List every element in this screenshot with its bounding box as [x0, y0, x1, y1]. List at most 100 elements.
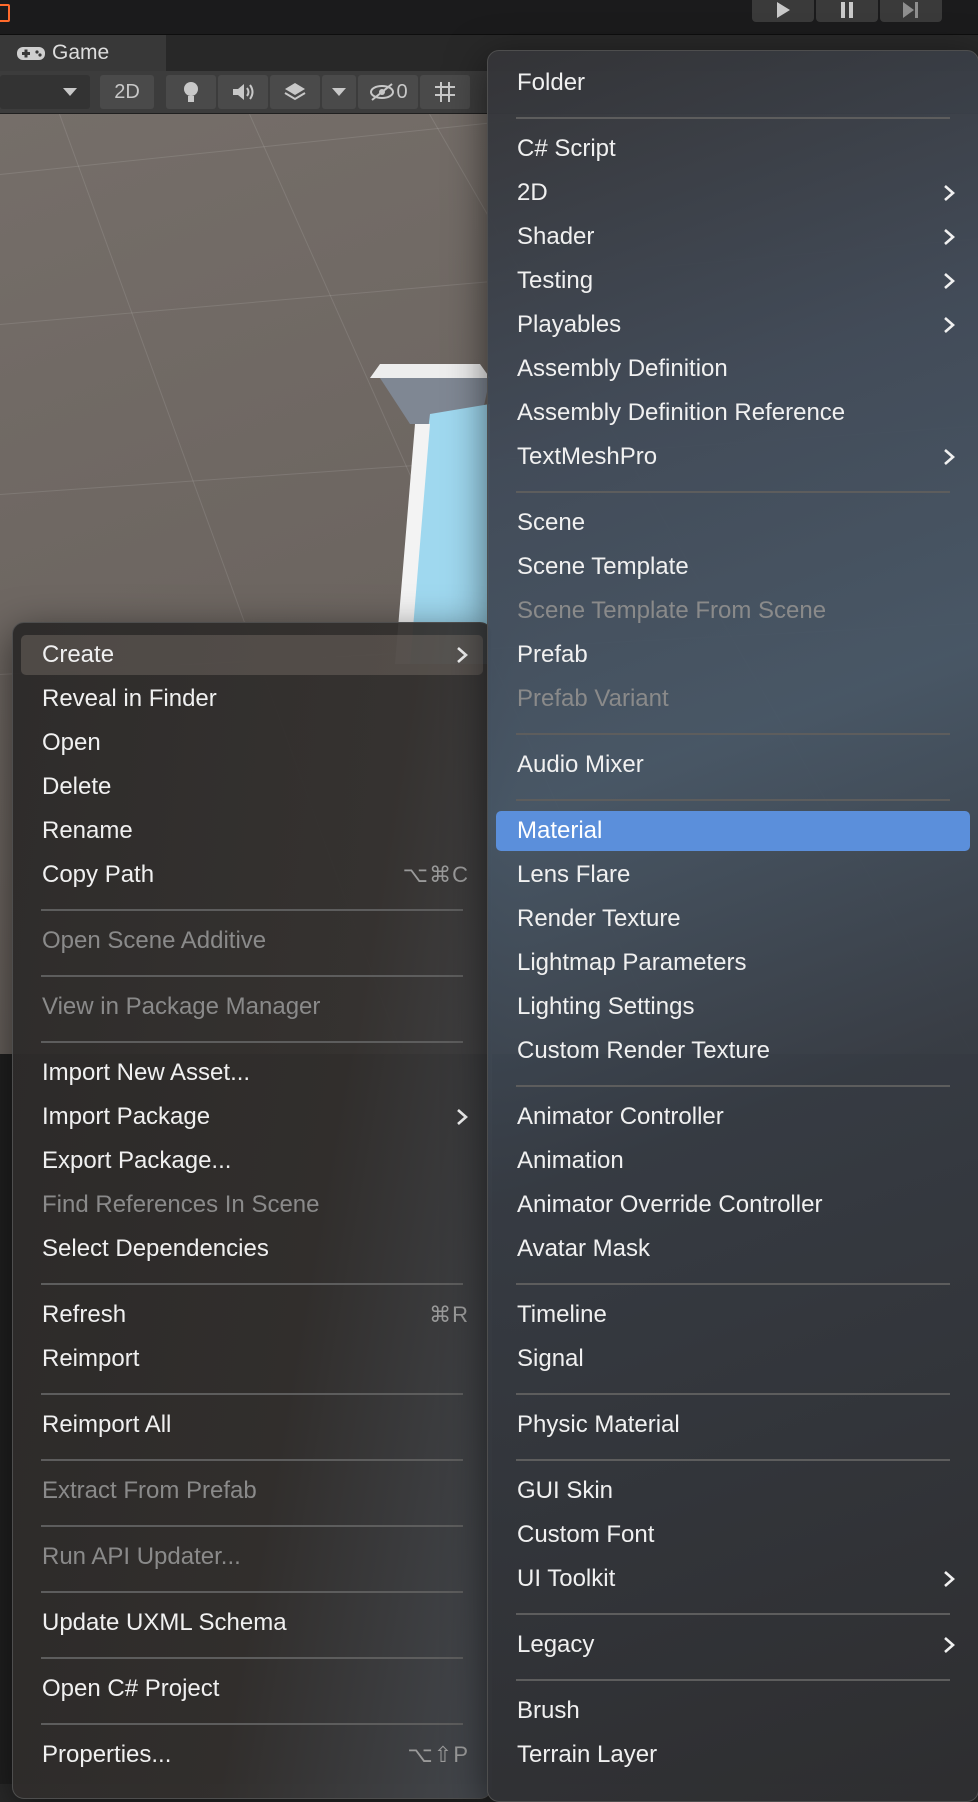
menu-item-label: Lens Flare [517, 861, 631, 888]
menu-item-create[interactable]: Create [21, 635, 483, 675]
hidden-count: 0 [396, 80, 408, 103]
menu-item-select-dependencies[interactable]: Select Dependencies [21, 1229, 483, 1269]
effects-toggle[interactable] [270, 75, 320, 109]
menu-item-legacy[interactable]: Legacy [496, 1625, 970, 1665]
menu-item-label: Refresh [42, 1301, 127, 1328]
menu-separator [516, 733, 950, 735]
draw-mode-dropdown[interactable] [0, 75, 90, 109]
menu-item-avatar-mask[interactable]: Avatar Mask [496, 1229, 970, 1269]
menu-item-ui-toolkit[interactable]: UI Toolkit [496, 1559, 970, 1599]
menu-item-animator-override-controller[interactable]: Animator Override Controller [496, 1185, 970, 1225]
menu-item-open[interactable]: Open [21, 723, 483, 763]
menu-item-label: Find References In Scene [42, 1191, 320, 1218]
menu-separator [41, 1393, 463, 1395]
menu-item-shader[interactable]: Shader [496, 217, 970, 257]
menu-item-label: Scene Template [517, 553, 689, 580]
menu-item-rename[interactable]: Rename [21, 811, 483, 851]
shortcut-label: ⌥⌘C [402, 862, 469, 887]
menu-item-reveal-in-finder[interactable]: Reveal in Finder [21, 679, 483, 719]
menu-item-prefab[interactable]: Prefab [496, 635, 970, 675]
toggle-2d-button[interactable]: 2D [100, 75, 154, 109]
menu-item-label: C# Script [517, 135, 616, 162]
menu-item-label: Export Package... [42, 1147, 232, 1174]
menu-item-import-package[interactable]: Import Package [21, 1097, 483, 1137]
tab-game[interactable]: Game [0, 35, 166, 71]
chevron-right-icon [944, 273, 955, 289]
chevron-right-icon [944, 185, 955, 201]
menu-item-label: Signal [517, 1345, 584, 1372]
chevron-right-icon [457, 647, 468, 663]
menu-item-scene[interactable]: Scene [496, 503, 970, 543]
menu-separator [516, 1459, 950, 1461]
chevron-right-icon [944, 449, 955, 465]
menu-item-label: Run API Updater... [42, 1543, 241, 1570]
hidden-objects-toggle[interactable]: 0 [358, 75, 418, 109]
menu-item-lightmap-parameters[interactable]: Lightmap Parameters [496, 943, 970, 983]
menu-item-animation[interactable]: Animation [496, 1141, 970, 1181]
menu-item-lens-flare[interactable]: Lens Flare [496, 855, 970, 895]
gamepad-icon [17, 47, 45, 60]
menu-item-material[interactable]: Material [496, 811, 970, 851]
effects-dropdown[interactable] [322, 75, 356, 109]
menu-item-custom-font[interactable]: Custom Font [496, 1515, 970, 1555]
menu-item-label: Animator Override Controller [517, 1191, 823, 1218]
shortcut-label: ⌥⇧P [407, 1742, 469, 1767]
menu-item-label: Custom Render Texture [517, 1037, 771, 1064]
menu-item-label: Animator Controller [517, 1103, 724, 1130]
menu-item-label: Open C# Project [42, 1675, 220, 1702]
menu-item-lighting-settings[interactable]: Lighting Settings [496, 987, 970, 1027]
menu-item-label: Properties... [42, 1741, 172, 1768]
menu-item-label: View in Package Manager [42, 993, 321, 1020]
menu-item-delete[interactable]: Delete [21, 767, 483, 807]
menu-item-copy-path[interactable]: Copy Path ⌥⌘C [21, 855, 483, 895]
pause-button[interactable] [816, 0, 878, 22]
menu-item-label: TextMeshPro [517, 443, 658, 470]
menu-item-render-texture[interactable]: Render Texture [496, 899, 970, 939]
menu-item-import-new-asset[interactable]: Import New Asset... [21, 1053, 483, 1093]
menu-item-label: Reimport [42, 1345, 140, 1372]
menu-item-open-c-project[interactable]: Open C# Project [21, 1669, 483, 1709]
menu-item-refresh[interactable]: Refresh ⌘R [21, 1295, 483, 1335]
menu-item-update-uxml-schema[interactable]: Update UXML Schema [21, 1603, 483, 1643]
audio-toggle[interactable] [218, 75, 268, 109]
grid-toggle[interactable] [420, 75, 470, 109]
menu-separator [41, 1591, 463, 1593]
menu-item-playables[interactable]: Playables [496, 305, 970, 345]
play-button[interactable] [752, 0, 814, 22]
menu-item-label: Timeline [517, 1301, 607, 1328]
playback-controls [752, 0, 942, 22]
menu-item-reimport-all[interactable]: Reimport All [21, 1405, 483, 1445]
menu-item-textmeshpro[interactable]: TextMeshPro [496, 437, 970, 477]
menu-item-gui-skin[interactable]: GUI Skin [496, 1471, 970, 1511]
menu-item-label: Import New Asset... [42, 1059, 251, 1086]
menu-item-folder[interactable]: Folder [496, 63, 970, 103]
menu-item-custom-render-texture[interactable]: Custom Render Texture [496, 1031, 970, 1071]
menu-item-export-package[interactable]: Export Package... [21, 1141, 483, 1181]
menu-item-c-script[interactable]: C# Script [496, 129, 970, 169]
menu-item-signal[interactable]: Signal [496, 1339, 970, 1379]
menu-separator [41, 975, 463, 977]
menu-item-reimport[interactable]: Reimport [21, 1339, 483, 1379]
menu-item-animator-controller[interactable]: Animator Controller [496, 1097, 970, 1137]
menu-item-label: 2D [517, 179, 548, 206]
menu-item-label: Prefab [517, 641, 588, 668]
menu-item-testing[interactable]: Testing [496, 261, 970, 301]
step-button[interactable] [880, 0, 942, 22]
menu-separator [41, 1525, 463, 1527]
menu-separator [516, 117, 950, 119]
menu-item-audio-mixer[interactable]: Audio Mixer [496, 745, 970, 785]
menu-item-brush[interactable]: Brush [496, 1691, 970, 1731]
menu-item-label: Prefab Variant [517, 685, 669, 712]
menu-item-properties[interactable]: Properties... ⌥⇧P [21, 1735, 483, 1775]
menu-item-label: Avatar Mask [517, 1235, 650, 1262]
menu-item-assembly-definition-reference[interactable]: Assembly Definition Reference [496, 393, 970, 433]
menu-item-assembly-definition[interactable]: Assembly Definition [496, 349, 970, 389]
menu-item-timeline[interactable]: Timeline [496, 1295, 970, 1335]
menu-item-terrain-layer[interactable]: Terrain Layer [496, 1735, 970, 1775]
menu-item-physic-material[interactable]: Physic Material [496, 1405, 970, 1445]
lighting-toggle[interactable] [166, 75, 216, 109]
menu-item-scene-template[interactable]: Scene Template [496, 547, 970, 587]
menu-item-2d[interactable]: 2D [496, 173, 970, 213]
eye-slash-icon [370, 83, 395, 101]
top-bar [0, 0, 978, 35]
